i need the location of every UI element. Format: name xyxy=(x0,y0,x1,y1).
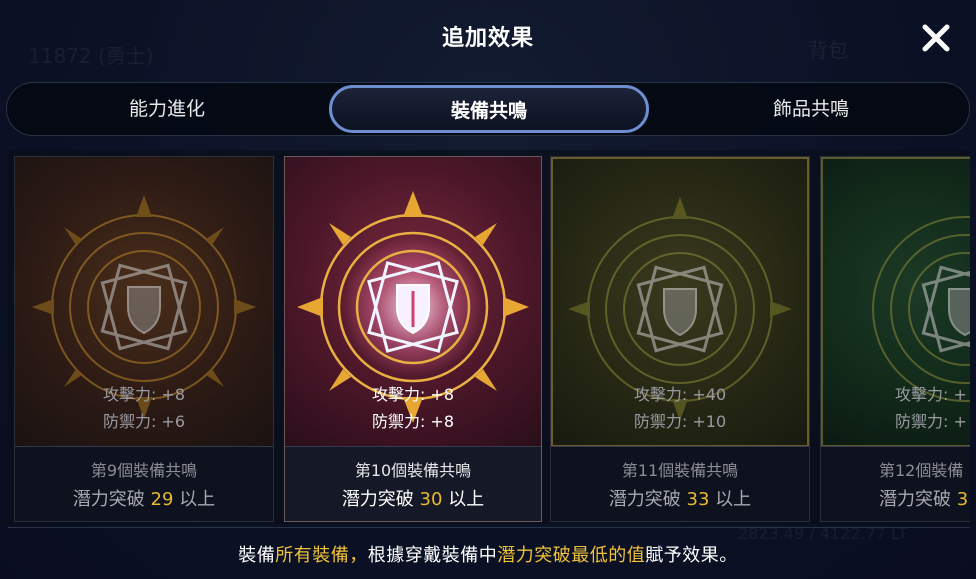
card-condition: 潛力突破 29 以上 xyxy=(15,485,273,511)
card-condition: 潛力突破 3 xyxy=(879,485,970,511)
attack-stat: 攻擊力: +8 xyxy=(371,385,455,404)
note-part-1: 裝備 xyxy=(238,545,276,566)
resonance-card-12[interactable]: 攻擊力: + 防禦力: + 第12個裝備 潛力突破 3 xyxy=(820,156,970,522)
tab-bar: 能力進化 裝備共鳴 飾品共鳴 xyxy=(6,82,970,136)
note-highlight-1: 所有裝備， xyxy=(275,545,368,566)
card-stats: 攻擊力: +8 防禦力: +8 xyxy=(285,381,541,435)
note-part-3: 賦予效果。 xyxy=(645,545,738,566)
condition-prefix: 潛力突破 xyxy=(879,489,951,510)
condition-number: 33 xyxy=(686,489,710,510)
card-footer: 第9個裝備共鳴 潛力突破 29 以上 xyxy=(15,446,273,521)
resonance-card-10[interactable]: 攻擊力: +8 防禦力: +8 第10個裝備共鳴 潛力突破 30 以上 xyxy=(284,156,542,522)
card-name: 第9個裝備共鳴 xyxy=(90,461,198,480)
close-icon xyxy=(922,24,950,52)
note-part-2: 根據穿戴裝備中 xyxy=(367,545,498,566)
effect-note: 裝備所有裝備，根據穿戴裝備中潛力突破最低的值賦予效果。 xyxy=(0,541,976,567)
tab-equipment-resonance[interactable]: 裝備共鳴 xyxy=(329,85,649,133)
condition-prefix: 潛力突破 xyxy=(341,489,414,510)
resonance-card-9[interactable]: 攻擊力: +8 防禦力: +6 第9個裝備共鳴 潛力突破 29 以上 xyxy=(14,156,274,522)
card-footer: 第11個裝備共鳴 潛力突破 33 以上 xyxy=(551,446,809,521)
card-condition: 潛力突破 30 以上 xyxy=(285,485,541,511)
attack-stat: 攻擊力: +8 xyxy=(102,385,186,404)
card-footer: 第10個裝備共鳴 潛力突破 30 以上 xyxy=(285,446,541,521)
condition-suffix: 以上 xyxy=(179,489,216,510)
condition-prefix: 潛力突破 xyxy=(72,489,145,510)
card-stats: 攻擊力: +8 防禦力: +6 xyxy=(15,381,273,435)
defense-stat: 防禦力: +10 xyxy=(633,412,727,431)
condition-suffix: 以上 xyxy=(715,489,752,510)
attack-stat: 攻擊力: + xyxy=(895,385,967,404)
close-button[interactable] xyxy=(916,18,956,58)
card-name: 第11個裝備共鳴 xyxy=(621,461,739,480)
condition-prefix: 潛力突破 xyxy=(608,489,681,510)
card-stats: 攻擊力: +40 防禦力: +10 xyxy=(551,381,809,435)
note-highlight-2: 潛力突破最低的值 xyxy=(497,545,646,566)
divider xyxy=(8,527,970,528)
resonance-card-list[interactable]: 攻擊力: +8 防禦力: +6 第9個裝備共鳴 潛力突破 29 以上 攻擊力: … xyxy=(8,150,970,524)
resonance-card-11[interactable]: 攻擊力: +40 防禦力: +10 第11個裝備共鳴 潛力突破 33 以上 xyxy=(550,156,810,522)
defense-stat: 防禦力: + xyxy=(895,412,967,431)
condition-number: 29 xyxy=(150,489,174,510)
card-name: 第12個裝備 xyxy=(879,461,964,480)
condition-number: 3 xyxy=(956,489,969,510)
card-condition: 潛力突破 33 以上 xyxy=(551,485,809,511)
dialog-title: 追加效果 xyxy=(441,26,534,51)
condition-suffix: 以上 xyxy=(448,489,485,510)
card-name: 第10個裝備共鳴 xyxy=(354,461,472,480)
tab-accessory-resonance[interactable]: 飾品共鳴 xyxy=(671,83,951,135)
card-stats: 攻擊力: + 防禦力: + xyxy=(821,381,970,435)
attack-stat: 攻擊力: +40 xyxy=(633,385,727,404)
tab-ability-evolution[interactable]: 能力進化 xyxy=(27,83,307,135)
defense-stat: 防禦力: +6 xyxy=(102,412,186,431)
card-footer: 第12個裝備 潛力突破 3 xyxy=(821,446,970,521)
condition-number: 30 xyxy=(419,489,443,510)
defense-stat: 防禦力: +8 xyxy=(371,412,455,431)
